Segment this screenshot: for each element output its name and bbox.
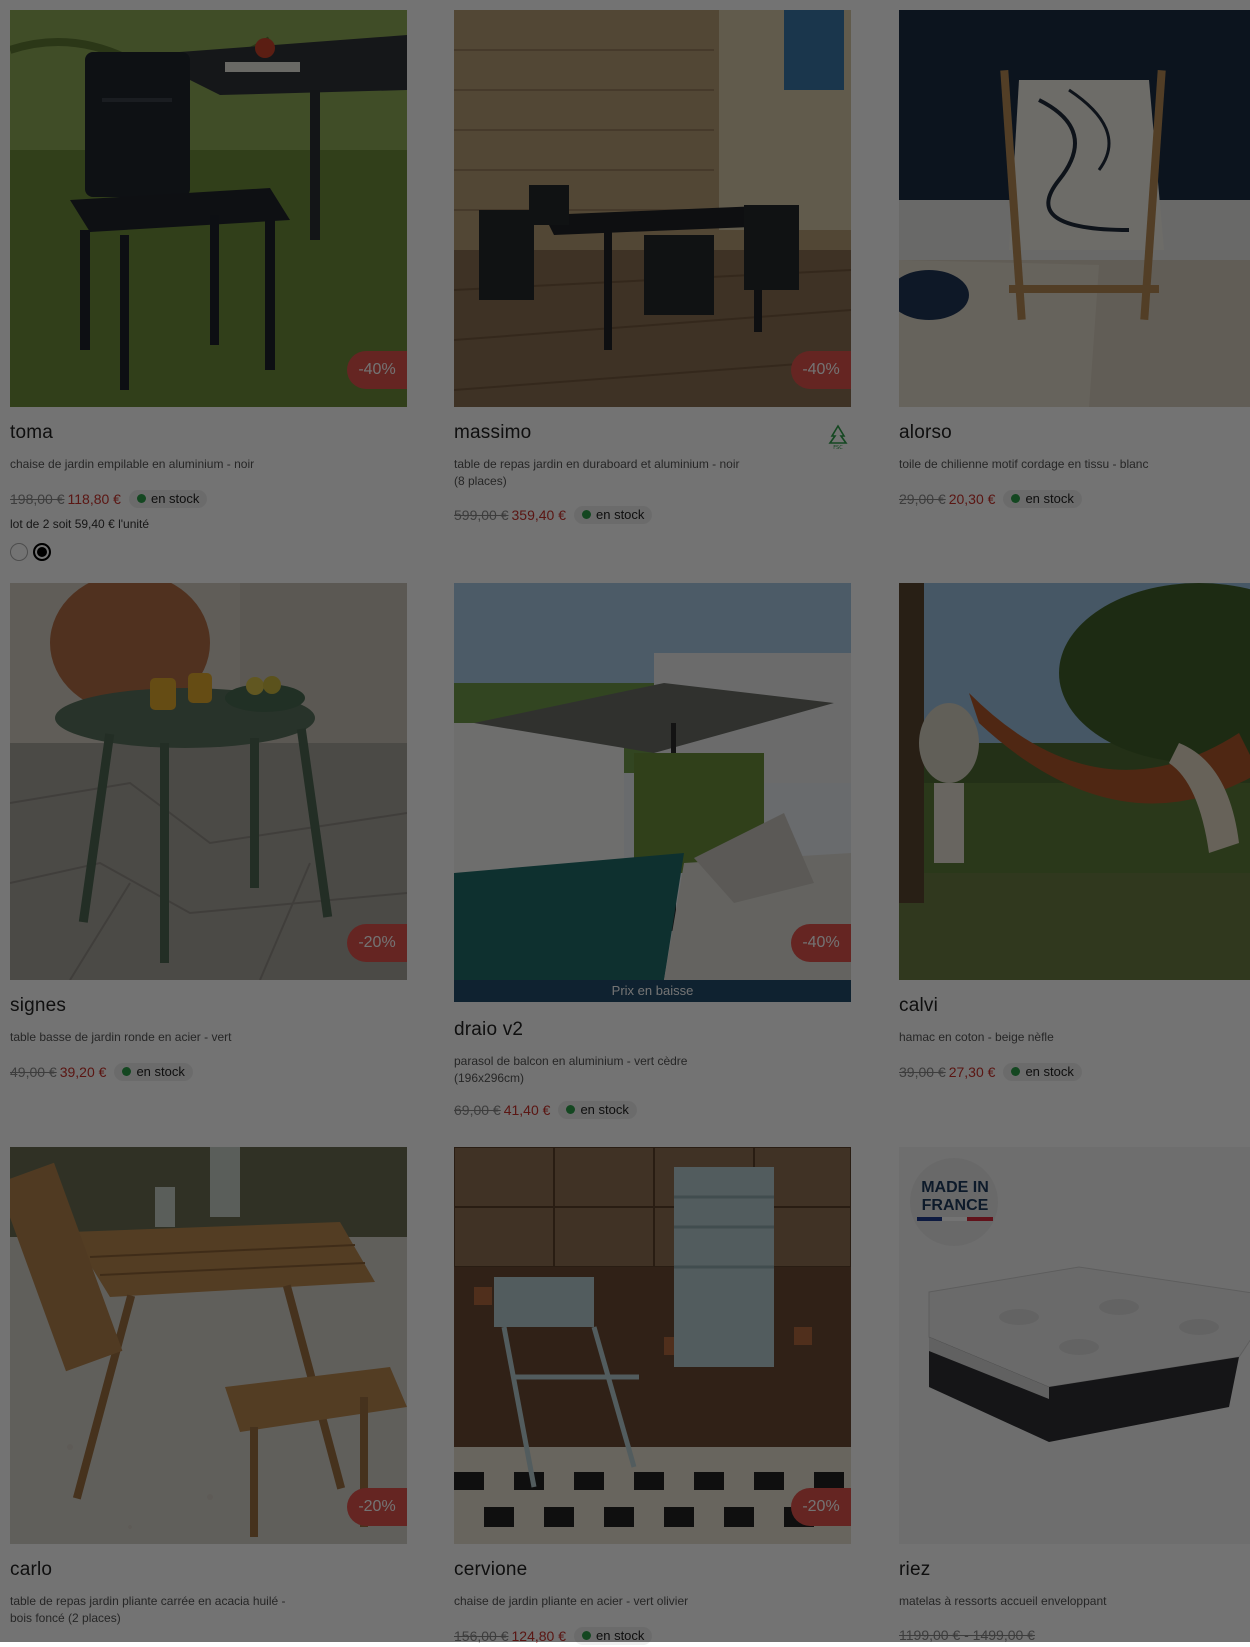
product-image[interactable]: -40% [454, 10, 851, 407]
old-price: 39,00 € [899, 1064, 946, 1080]
product-image[interactable]: -20% [454, 1147, 851, 1544]
discount-badge: -40% [791, 924, 851, 962]
stock-dot-icon [582, 510, 591, 519]
french-flag-icon [917, 1217, 993, 1221]
product-description: table de repas jardin en duraboard et al… [454, 457, 740, 488]
product-description: matelas à ressorts accueil enveloppant [899, 1594, 1107, 1608]
product-name[interactable]: massimo [454, 422, 531, 444]
product-name[interactable]: draio v2 [454, 1019, 523, 1041]
stock-dot-icon [566, 1105, 576, 1114]
product-name[interactable]: alorso [899, 422, 952, 444]
stock-badge: en stock [1003, 1063, 1082, 1081]
product-description: chaise de jardin pliante en acier - vert… [454, 1594, 689, 1608]
price-row: 599,00 €359,40 € en stock [454, 506, 653, 526]
made-in-france-label: MADE IN FRANCE [921, 1179, 989, 1214]
product-image[interactable]: -20% [10, 583, 407, 980]
old-price: 1199,00 € - 1499,00 € [899, 1627, 1035, 1643]
stock-dot-icon [1011, 494, 1021, 503]
price-row: 156,00 €124,80 € en stock [454, 1627, 653, 1647]
stock-badge: en stock [128, 490, 208, 508]
product-image[interactable]: -40% [10, 10, 407, 407]
new-price: 39,20 € [59, 1064, 107, 1080]
new-price: 359,40 € [511, 507, 567, 523]
price-row: 69,00 €41,40 € en stock [454, 1101, 637, 1121]
fsc-icon: FSC [828, 424, 848, 450]
stock-badge: en stock [574, 506, 653, 524]
new-price: 27,30 € [948, 1064, 996, 1080]
svg-text:FSC: FSC [833, 445, 843, 450]
stock-dot-icon [1011, 1067, 1021, 1076]
product-name[interactable]: cervione [454, 1559, 527, 1581]
discount-badge: -40% [347, 351, 407, 389]
old-price: 29,00 € [899, 491, 946, 507]
stock-dot-icon [582, 1631, 591, 1640]
product-name[interactable]: riez [899, 1559, 930, 1581]
product-name[interactable]: calvi [899, 995, 938, 1017]
product-description: table basse de jardin ronde en acier - v… [10, 1030, 232, 1044]
old-price: 49,00 € [10, 1064, 57, 1080]
old-price: 198,00 € [10, 491, 65, 507]
made-in-france-badge: MADE IN FRANCE [915, 1179, 995, 1221]
stock-badge: en stock [558, 1101, 637, 1119]
stock-badge: en stock [574, 1627, 653, 1645]
product-image[interactable]: MADE IN FRANCE [899, 1147, 1250, 1544]
discount-badge: -20% [347, 924, 407, 962]
product-image[interactable]: -20% [10, 1147, 407, 1544]
product-description: toile de chilienne motif cordage en tiss… [899, 457, 1149, 471]
price-row: 198,00 €118,80 € en stock [10, 490, 208, 510]
product-image[interactable] [899, 583, 1250, 980]
product-image[interactable]: -40% [454, 583, 851, 980]
stock-dot-icon [122, 1067, 132, 1076]
product-name[interactable]: toma [10, 422, 53, 444]
product-description: parasol de balcon en aluminium - vert cè… [454, 1054, 688, 1085]
stock-badge: en stock [114, 1063, 193, 1081]
product-name[interactable]: signes [10, 995, 66, 1017]
discount-badge: -40% [791, 351, 851, 389]
price-row: 49,00 €39,20 € en stock [10, 1063, 193, 1083]
price-row: 29,00 €20,30 € en stock [899, 490, 1082, 510]
color-swatch-white[interactable] [10, 543, 28, 561]
color-swatch-black[interactable] [33, 543, 51, 561]
price-row: 1199,00 € - 1499,00 € [899, 1627, 1038, 1647]
stock-dot-icon [136, 494, 146, 503]
product-grid: -40% toma chaise de jardin empilable en … [0, 0, 1250, 1645]
new-price: 20,30 € [948, 491, 996, 507]
product-description: chaise de jardin empilable en aluminium … [10, 457, 255, 471]
product-description: hamac en coton - beige nèfle [899, 1030, 1054, 1044]
price-row: 39,00 €27,30 € en stock [899, 1063, 1082, 1083]
price-drop-ribbon: Prix en baisse [454, 980, 851, 1002]
unit-price-note: lot de 2 soit 59,40 € l'unité [10, 517, 150, 531]
stock-badge: en stock [1003, 490, 1082, 508]
new-price: 118,80 € [67, 491, 121, 507]
product-name[interactable]: carlo [10, 1559, 52, 1581]
old-price: 599,00 € [454, 507, 509, 523]
old-price: 69,00 € [454, 1102, 501, 1118]
discount-badge: -20% [791, 1488, 851, 1526]
product-description: table de repas jardin pliante carrée en … [10, 1594, 286, 1625]
product-image[interactable] [899, 10, 1250, 407]
new-price: 41,40 € [503, 1102, 551, 1118]
discount-badge: -20% [347, 1488, 407, 1526]
